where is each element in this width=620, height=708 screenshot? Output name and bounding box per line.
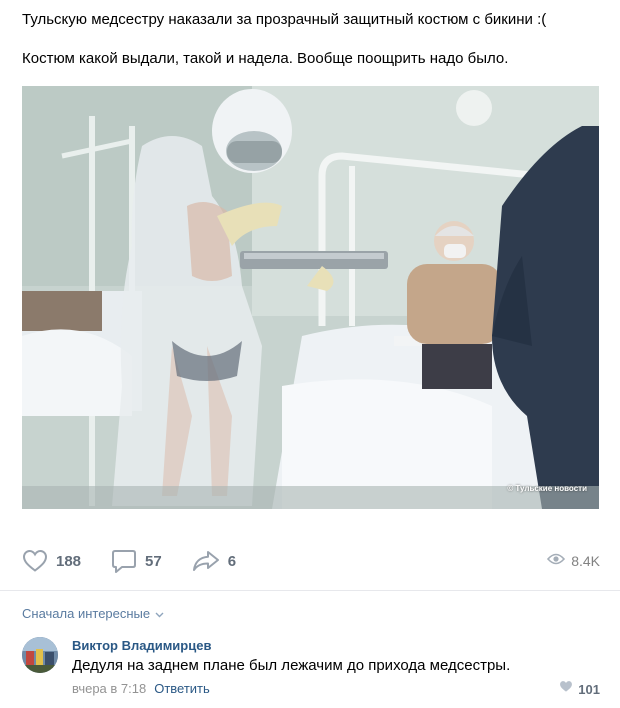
share-button[interactable]: 6 (192, 549, 236, 573)
views-counter: 8.4K (547, 546, 600, 576)
post-photo[interactable]: © Тульские новости (22, 86, 599, 509)
chevron-down-icon (155, 606, 164, 621)
comments-sort-dropdown[interactable]: Сначала интересные (22, 606, 164, 621)
post-text-line-1: Тульскую медсестру наказали за прозрачны… (22, 11, 547, 28)
photo-scene (22, 86, 599, 509)
post: Тульскую медсестру наказали за прозрачны… (0, 0, 620, 708)
like-button[interactable]: 188 (22, 549, 81, 573)
photo-watermark: © Тульские новости (507, 484, 587, 493)
like-count: 188 (56, 552, 82, 570)
sort-label: Сначала интересные (22, 606, 151, 621)
views-count: 8.4K (571, 553, 600, 569)
comment-meta: вчера в 7:18 Ответить (72, 681, 210, 696)
heart-icon (22, 549, 48, 573)
comment-count: 57 (145, 552, 162, 570)
share-arrow-icon (192, 549, 220, 573)
comment-like-button[interactable]: 101 (559, 680, 600, 698)
speech-bubble-icon (111, 548, 137, 574)
comment-item: Виктор Владимирцев Дедуля на заднем план… (22, 636, 600, 702)
post-actions: 188 57 6 8.4K (22, 546, 600, 576)
share-count: 6 (227, 552, 237, 570)
heart-icon (559, 680, 573, 698)
post-text-line-2: Костюм какой выдали, такой и надела. Воо… (22, 50, 509, 67)
comment-author[interactable]: Виктор Владимирцев (72, 638, 211, 653)
post-text: Тульскую медсестру наказали за прозрачны… (22, 10, 602, 69)
reply-button[interactable]: Ответить (154, 681, 210, 696)
comment-text: Дедуля на заднем плане был лежачим до пр… (72, 657, 511, 674)
eye-icon (547, 552, 566, 570)
comment-button[interactable]: 57 (111, 548, 162, 574)
divider (0, 590, 620, 591)
avatar[interactable] (22, 637, 58, 673)
comment-time[interactable]: вчера в 7:18 (72, 681, 146, 696)
comment-like-count: 101 (578, 681, 600, 697)
